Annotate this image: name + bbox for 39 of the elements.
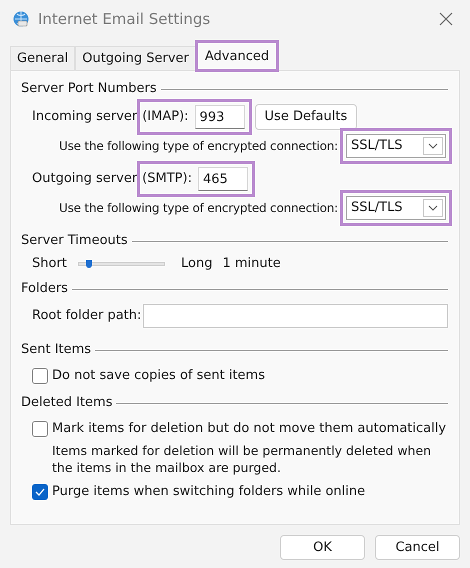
slider-thumb[interactable]	[86, 260, 92, 268]
group-heading: Folders	[21, 280, 68, 298]
encryption-dropdown[interactable]: SSL/TLS	[346, 134, 446, 158]
note-text: Items marked for deletion will be permanently deleted when the items in the mailbox are purged.	[51, 442, 432, 476]
chevron-down-icon	[423, 137, 443, 155]
field-label: (SMTP):	[142, 170, 192, 188]
globe-mail-icon	[12, 10, 30, 28]
chevron-down-icon	[423, 199, 443, 217]
port-field[interactable]: 993	[194, 105, 245, 129]
field-label: Use the following type of encrypted connection:	[59, 138, 338, 155]
tab[interactable]: Outgoing Server	[75, 46, 196, 70]
root-folder-field[interactable]	[143, 304, 448, 328]
cancel-button[interactable]: Cancel	[375, 535, 460, 560]
field-label: (IMAP):	[142, 108, 189, 126]
slider-label: Short	[32, 255, 68, 274]
field-label: Root folder path:	[32, 307, 142, 326]
ok-button[interactable]: OK	[280, 535, 365, 560]
port-field[interactable]: 465	[198, 167, 248, 191]
checkbox[interactable]	[32, 484, 48, 500]
check-icon	[35, 488, 45, 496]
checkbox[interactable]	[32, 421, 48, 437]
checkbox[interactable]	[32, 368, 48, 384]
group-heading: Server Port Numbers	[21, 80, 157, 98]
tab[interactable]: Advanced	[196, 41, 278, 71]
field-label: Outgoing server	[32, 170, 138, 188]
checkbox-label: Mark items for deletion but do not move them automatically	[52, 420, 446, 438]
encryption-dropdown[interactable]: SSL/TLS	[346, 196, 446, 220]
group-heading: Sent Items	[21, 341, 92, 360]
group-heading: Server Timeouts	[21, 232, 128, 250]
tab[interactable]: General	[10, 46, 76, 70]
slider-label: Long	[181, 255, 212, 274]
timeout-reading: 1 minute	[222, 255, 281, 274]
field-label: Use the following type of encrypted connection:	[59, 200, 338, 217]
window-title: Internet Email Settings	[38, 8, 212, 30]
field-label: Incoming server	[32, 108, 138, 126]
use-defaults-button[interactable]: Use Defaults	[254, 104, 358, 130]
group-heading: Deleted Items	[21, 394, 112, 412]
checkbox-label: Purge items when switching folders while online	[52, 483, 366, 502]
checkbox-label: Do not save copies of sent items	[52, 367, 265, 386]
